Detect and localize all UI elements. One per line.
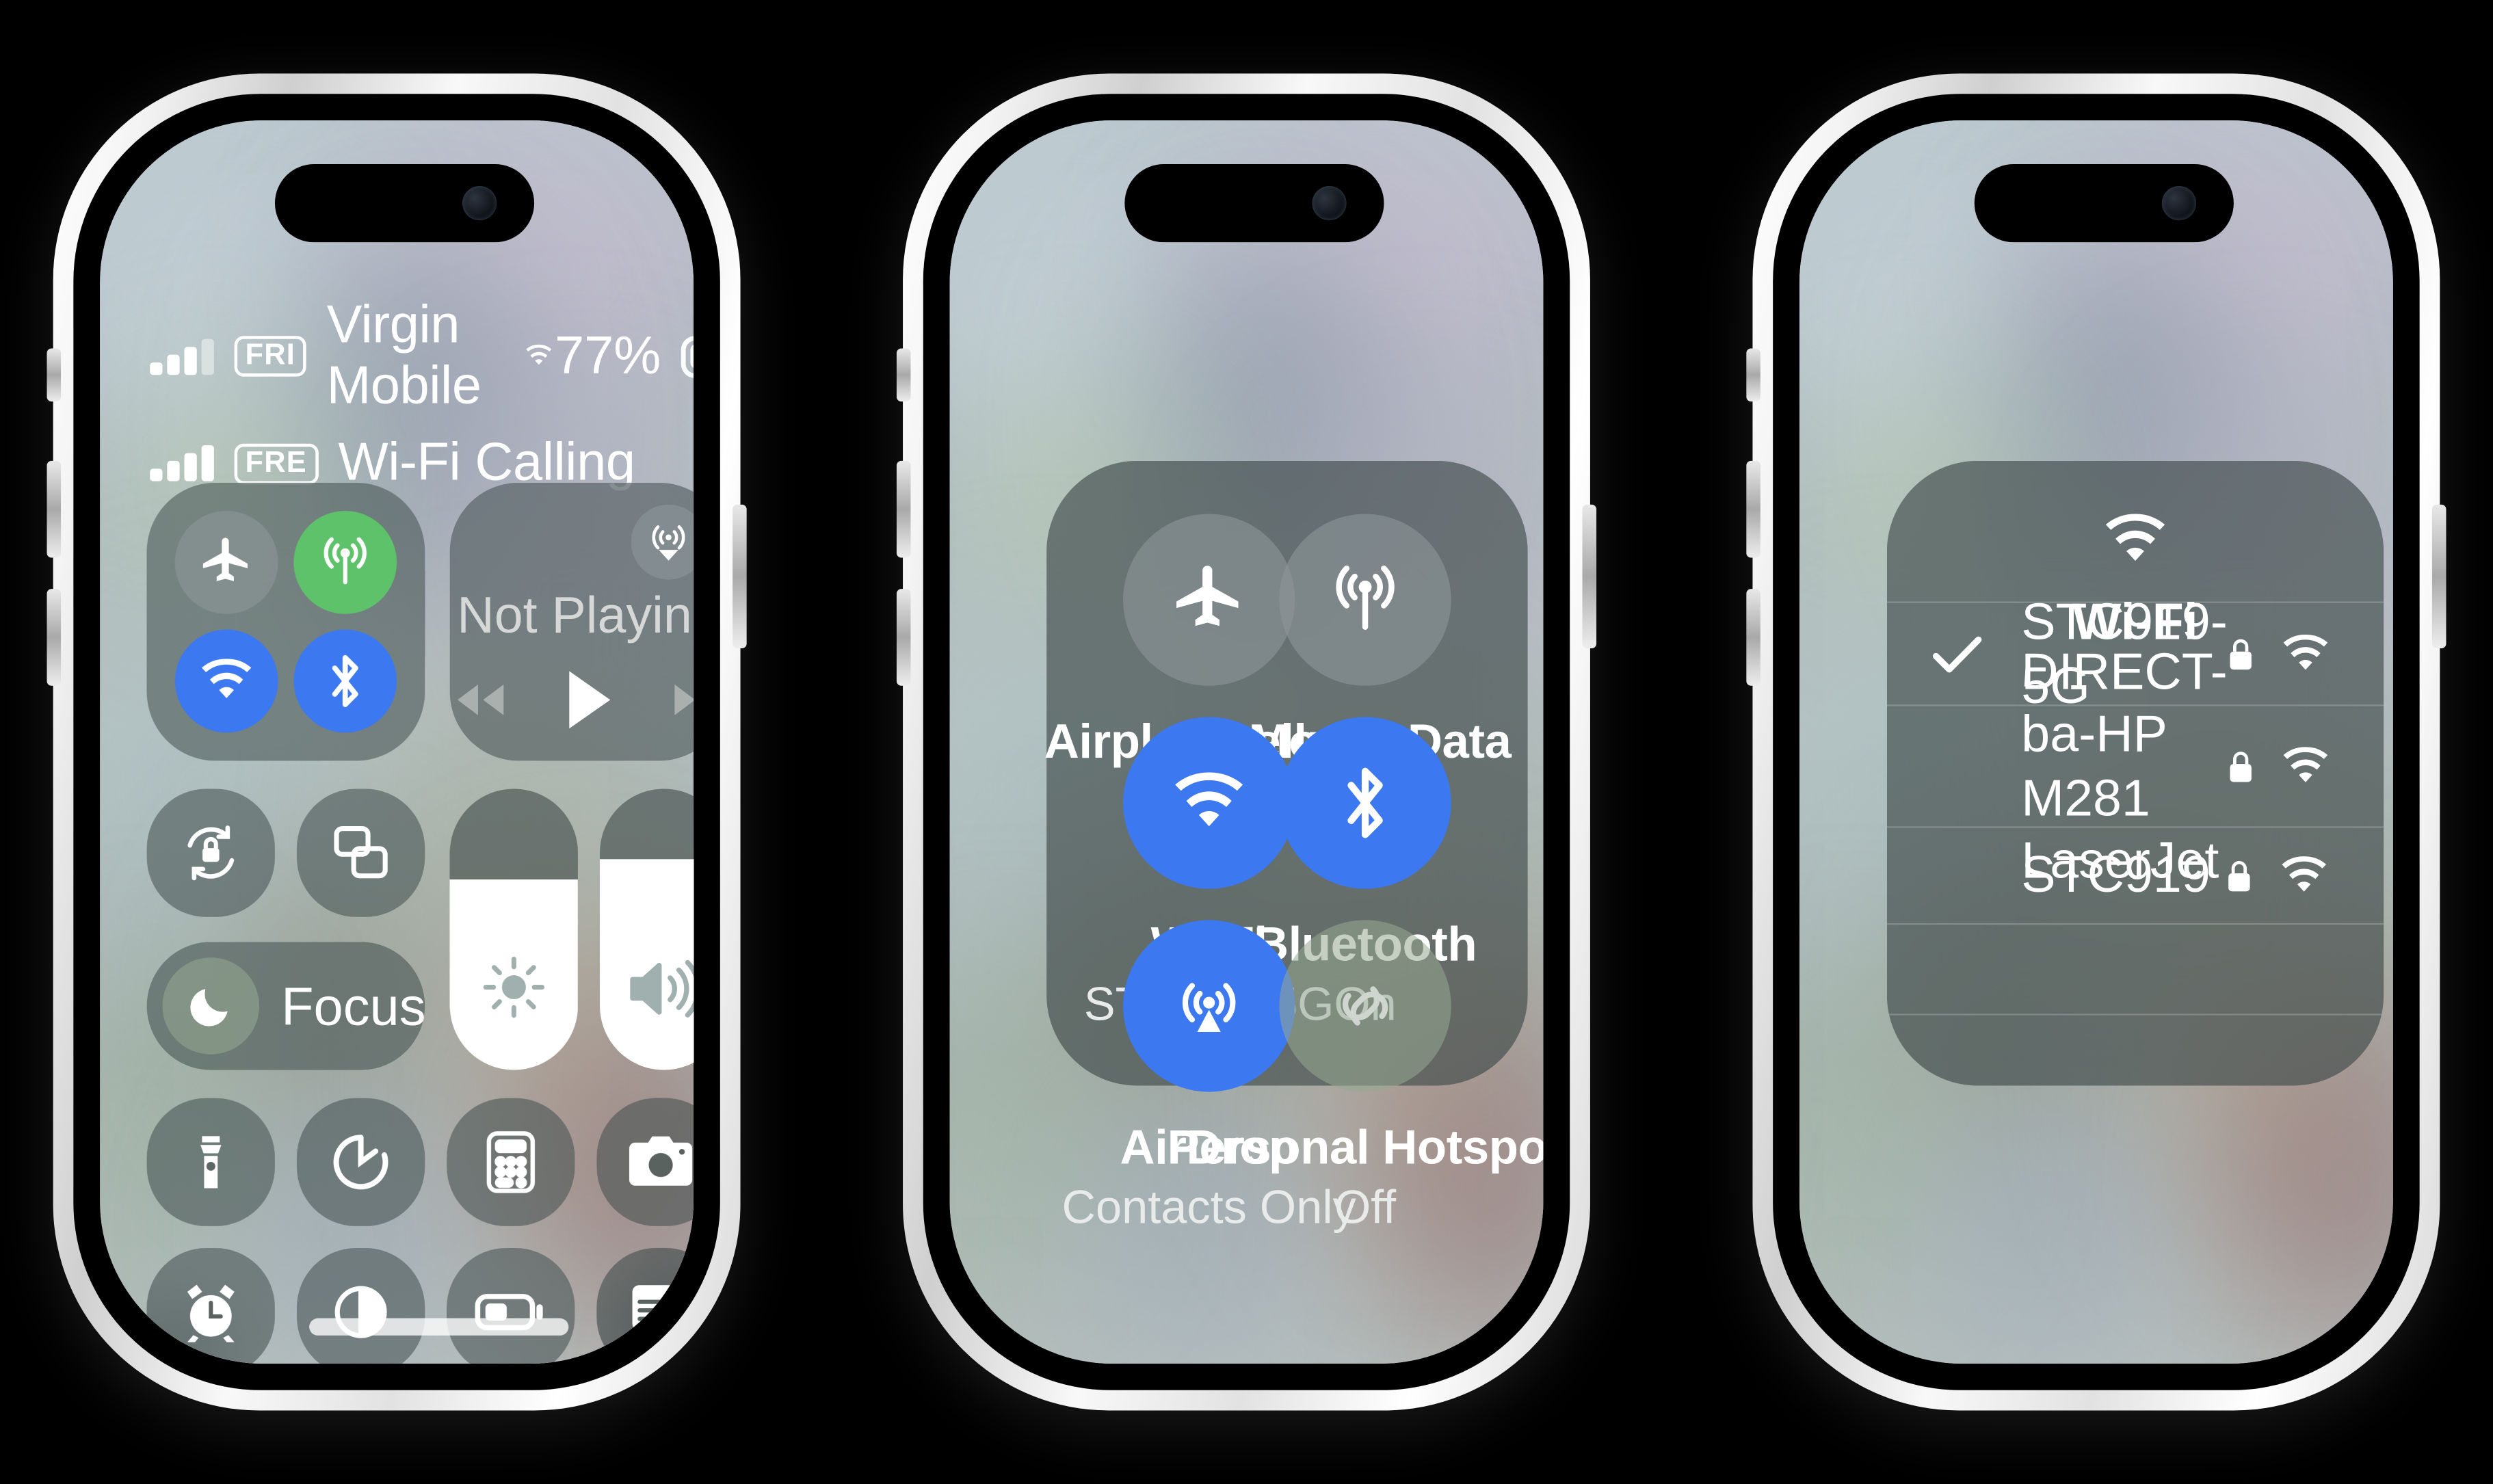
low-power-mode-button[interactable] (447, 1247, 575, 1364)
connectivity-expanded-panel: Airplane Mode Off Cellular Data Off (1044, 460, 1543, 1234)
cellular-icon (1336, 565, 1395, 630)
dynamic-island (1124, 163, 1384, 243)
note-add-icon (632, 1285, 694, 1342)
front-camera-icon (2161, 185, 2197, 221)
bluetooth-icon (1347, 767, 1383, 838)
airplay-icon (652, 525, 685, 561)
control-center: Not Playing (100, 120, 694, 1364)
focus-label: Focus (281, 977, 426, 1037)
wifi-network-name: STC919 (2021, 845, 2211, 904)
rotation-lock-icon (187, 825, 235, 881)
front-camera-icon (1312, 185, 1347, 221)
dark-mode-button[interactable] (296, 1247, 425, 1364)
bluetooth-icon (332, 654, 358, 707)
wifi-panel-header: Wi-Fi (1887, 461, 2384, 650)
wifi-list-panel: Wi-Fi STC919-5G DIRECT-ba-HP M281 LaserJ… (1886, 460, 2384, 1086)
phone-2-screen: Airplane Mode Off Cellular Data Off (949, 120, 1544, 1364)
wifi-network-row-4[interactable] (1886, 923, 2384, 1013)
connectivity-tile[interactable] (146, 482, 425, 761)
wifi-toggle[interactable] (174, 629, 278, 733)
phone-device-1: FRI Virgin Mobile 77% FRE Wi-Fi Calling … (47, 73, 747, 1411)
brightness-slider[interactable] (449, 789, 579, 1070)
wifi-network-row-5[interactable] (1886, 1013, 2384, 1085)
flashlight-icon (200, 1136, 222, 1189)
focus-tile[interactable]: Focus (146, 942, 426, 1070)
home-indicator (309, 1318, 569, 1336)
fast-forward-icon[interactable] (666, 678, 694, 721)
rewind-icon[interactable] (450, 678, 512, 721)
cellular-data-circle[interactable] (1279, 514, 1451, 686)
lock-icon (2228, 860, 2250, 891)
alarm-button[interactable] (146, 1247, 275, 1364)
connected-check-icon (1931, 632, 2021, 676)
personal-hotspot-circle[interactable] (1279, 920, 1451, 1092)
media-title: Not Playing (457, 585, 694, 644)
wifi-icon (201, 659, 252, 698)
airplane-mode-toggle[interactable] (174, 510, 278, 614)
screen-mirroring-toggle[interactable] (296, 789, 425, 917)
airplay-button[interactable] (631, 504, 694, 580)
alarm-icon (187, 1284, 235, 1342)
timer-button[interactable] (296, 1098, 425, 1226)
media-player-tile[interactable]: Not Playing (449, 482, 694, 761)
rotation-lock-toggle[interactable] (146, 789, 275, 917)
phone-device-3: Wi-Fi STC919-5G DIRECT-ba-HP M281 LaserJ… (1746, 73, 2446, 1411)
play-icon[interactable] (562, 667, 617, 732)
screen-mirroring-icon (334, 826, 388, 879)
phone-3-screen: Wi-Fi STC919-5G DIRECT-ba-HP M281 LaserJ… (1799, 120, 2393, 1364)
dynamic-island (1974, 163, 2234, 243)
timer-icon (333, 1135, 388, 1190)
cellular-data-toggle[interactable] (293, 510, 397, 614)
calculator-button[interactable] (447, 1098, 575, 1226)
bluetooth-circle[interactable] (1279, 717, 1451, 889)
airplane-icon (202, 538, 248, 581)
lock-icon (2230, 638, 2252, 669)
lock-icon (2230, 750, 2252, 782)
personal-hotspot-status: Off (1334, 1182, 1397, 1234)
personal-hotspot-cell[interactable]: Personal Hotspot Off (1131, 920, 1543, 1235)
personal-hotspot-title: Personal Hotspot (1167, 1119, 1544, 1175)
flashlight-button[interactable] (146, 1098, 275, 1226)
volume-icon (630, 959, 694, 1018)
phone-device-2: Airplane Mode Off Cellular Data Off (896, 73, 1597, 1411)
camera-icon (629, 1136, 693, 1186)
phone-1-screen: FRI Virgin Mobile 77% FRE Wi-Fi Calling … (100, 120, 694, 1364)
brightness-icon (483, 956, 545, 1018)
wifi-network-row-2[interactable]: DIRECT-ba-HP M281 LaserJet (1886, 642, 2384, 888)
wifi-icon (2105, 514, 2165, 561)
wifi-signal-icon (2282, 856, 2327, 891)
cellular-icon (324, 537, 367, 585)
wifi-signal-icon (2283, 746, 2328, 782)
quick-note-button[interactable] (596, 1247, 694, 1364)
bluetooth-toggle[interactable] (293, 629, 397, 733)
moon-icon (190, 989, 228, 1026)
focus-toggle[interactable] (162, 957, 260, 1055)
camera-button[interactable] (596, 1098, 694, 1226)
hotspot-icon (1342, 986, 1388, 1026)
volume-slider[interactable] (599, 789, 694, 1070)
wifi-signal-icon (2283, 633, 2328, 670)
screenshot-canvas: FRI Virgin Mobile 77% FRE Wi-Fi Calling … (0, 29, 2493, 1455)
wifi-network-row-3[interactable]: STC919 (1886, 826, 2384, 923)
calculator-icon (486, 1131, 535, 1193)
